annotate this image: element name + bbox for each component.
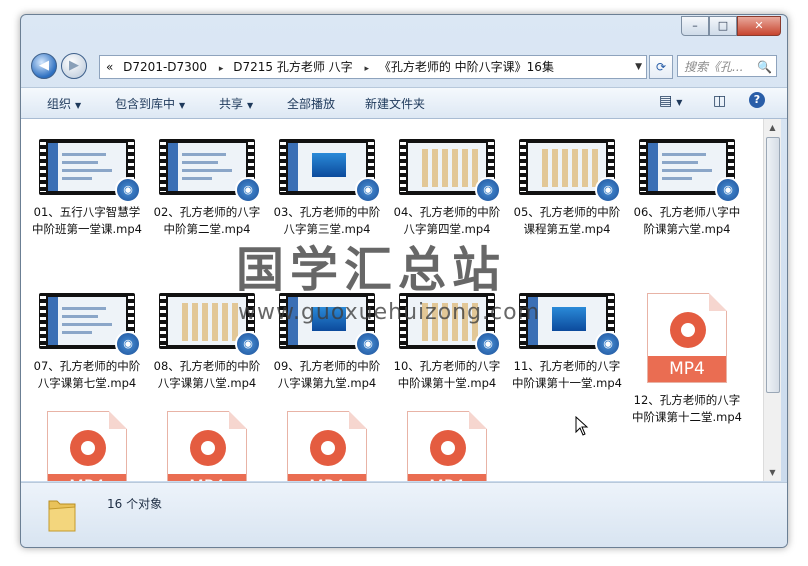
media-player-badge-icon: ◉ bbox=[475, 177, 501, 203]
share-menu[interactable]: 共享 ▼ bbox=[219, 95, 253, 112]
mp4-badge-label: MP4 bbox=[168, 474, 246, 481]
file-name: 12、孔方老师的八字中阶课第十二堂.mp4 bbox=[632, 393, 742, 424]
mp4-file-icon: MP4 bbox=[167, 411, 247, 481]
address-overflow-chevron[interactable]: « bbox=[106, 60, 113, 74]
watermark-title: 国学汇总站 bbox=[236, 242, 507, 298]
file-item[interactable]: MP4 bbox=[29, 411, 145, 481]
help-icon[interactable]: ? bbox=[749, 92, 765, 108]
media-player-badge-icon: ◉ bbox=[115, 331, 141, 357]
media-player-badge-icon: ◉ bbox=[235, 177, 261, 203]
video-thumbnail: ◉ bbox=[39, 139, 141, 203]
organize-menu[interactable]: 组织 ▼ bbox=[47, 95, 81, 112]
address-bar[interactable]: « D7201-D7300 ▸ D7215 孔方老师 八字 ▸ 《孔方老师的 中… bbox=[99, 55, 647, 79]
search-icon[interactable]: 🔍 bbox=[757, 56, 772, 78]
scroll-up-icon[interactable]: ▲ bbox=[764, 119, 781, 136]
mp4-badge-label: MP4 bbox=[408, 474, 486, 481]
media-player-badge-icon: ◉ bbox=[355, 177, 381, 203]
video-thumbnail: ◉ bbox=[39, 293, 141, 357]
file-item[interactable]: ◉ 05、孔方老师的中阶课程第五堂.mp4 bbox=[509, 139, 625, 238]
play-all-button[interactable]: 全部播放 bbox=[287, 95, 335, 112]
item-count: 16 个对象 bbox=[107, 497, 163, 511]
mp4-badge-label: MP4 bbox=[48, 474, 126, 481]
media-player-badge-icon: ◉ bbox=[595, 331, 621, 357]
media-player-badge-icon: ◉ bbox=[595, 177, 621, 203]
breadcrumb-segment-3[interactable]: 《孔方老师的 中阶八字课》16集 bbox=[379, 60, 554, 74]
folder-icon bbox=[48, 500, 76, 532]
mouse-cursor-icon bbox=[575, 416, 589, 436]
file-name: 01、五行八字智慧学中阶班第一堂课.mp4 bbox=[32, 205, 142, 236]
video-thumbnail: ◉ bbox=[399, 139, 501, 203]
file-name: 09、孔方老师的中阶八字课第九堂.mp4 bbox=[273, 359, 381, 390]
include-in-library-menu[interactable]: 包含到库中 ▼ bbox=[115, 95, 185, 112]
forward-button[interactable]: ▶ bbox=[61, 53, 87, 79]
video-thumbnail: ◉ bbox=[279, 139, 381, 203]
close-button[interactable]: ✕ bbox=[737, 16, 781, 36]
file-name: 08、孔方老师的中阶八字课第八堂.mp4 bbox=[153, 359, 261, 390]
media-player-badge-icon: ◉ bbox=[355, 331, 381, 357]
file-name: 05、孔方老师的中阶课程第五堂.mp4 bbox=[513, 205, 621, 236]
mp4-file-icon: MP4 bbox=[47, 411, 127, 481]
search-input[interactable]: 搜索《孔... 🔍 bbox=[677, 55, 777, 77]
file-item[interactable]: MP4 bbox=[149, 411, 265, 481]
mp4-file-icon: MP4 bbox=[647, 293, 727, 383]
mp4-file-icon: MP4 bbox=[407, 411, 487, 481]
file-item[interactable]: MP4 bbox=[389, 411, 505, 481]
mp4-badge-label: MP4 bbox=[648, 356, 726, 382]
maximize-button[interactable]: □ bbox=[709, 16, 737, 36]
file-name: 07、孔方老师的中阶八字课第七堂.mp4 bbox=[33, 359, 141, 390]
scroll-down-icon[interactable]: ▼ bbox=[764, 464, 781, 481]
new-folder-button[interactable]: 新建文件夹 bbox=[365, 95, 425, 112]
command-toolbar: 组织 ▼ 包含到库中 ▼ 共享 ▼ 全部播放 新建文件夹 ▤ ▼ ◫ ? bbox=[21, 87, 787, 119]
file-item[interactable]: ◉ 04、孔方老师的中阶八字第四堂.mp4 bbox=[389, 139, 505, 238]
caption-buttons: – □ ✕ bbox=[681, 16, 781, 36]
file-item[interactable]: ◉ 01、五行八字智慧学中阶班第一堂课.mp4 bbox=[29, 139, 145, 238]
search-placeholder: 搜索《孔... bbox=[684, 60, 744, 74]
video-thumbnail: ◉ bbox=[639, 139, 741, 203]
breadcrumb-segment-1[interactable]: D7201-D7300 bbox=[123, 60, 207, 74]
file-item[interactable]: ◉ 02、孔方老师的八字中阶第二堂.mp4 bbox=[149, 139, 265, 238]
file-item[interactable]: ◉ 06、孔方老师八字中阶课第六堂.mp4 bbox=[629, 139, 745, 238]
file-name: 11、孔方老师的八字中阶课第十一堂.mp4 bbox=[512, 359, 622, 390]
file-item[interactable]: ◉ 07、孔方老师的中阶八字课第七堂.mp4 bbox=[29, 293, 145, 392]
vertical-scrollbar[interactable]: ▲ ▼ bbox=[763, 119, 781, 481]
media-player-badge-icon: ◉ bbox=[715, 177, 741, 203]
breadcrumb-segment-2[interactable]: D7215 孔方老师 八字 bbox=[233, 60, 352, 74]
media-player-badge-icon: ◉ bbox=[475, 331, 501, 357]
file-item[interactable]: MP4 12、孔方老师的八字中阶课第十二堂.mp4 bbox=[629, 293, 745, 426]
refresh-button[interactable]: ⟳ bbox=[649, 55, 673, 79]
mp4-file-icon: MP4 bbox=[287, 411, 367, 481]
video-thumbnail: ◉ bbox=[159, 139, 261, 203]
preview-pane-icon[interactable]: ◫ bbox=[713, 93, 726, 109]
mp4-badge-label: MP4 bbox=[288, 474, 366, 481]
back-button[interactable]: ◀ bbox=[31, 53, 57, 79]
breadcrumb-separator-icon[interactable]: ▸ bbox=[365, 64, 370, 74]
video-thumbnail: ◉ bbox=[519, 139, 621, 203]
navigation-bar: ◀ ▶ « D7201-D7300 ▸ D7215 孔方老师 八字 ▸ 《孔方老… bbox=[21, 49, 787, 83]
file-name: 10、孔方老师的八字中阶课第十堂.mp4 bbox=[393, 359, 501, 390]
minimize-button[interactable]: – bbox=[681, 16, 709, 36]
media-player-badge-icon: ◉ bbox=[115, 177, 141, 203]
file-name: 06、孔方老师八字中阶课第六堂.mp4 bbox=[633, 205, 741, 236]
details-pane: 16 个对象 bbox=[21, 482, 787, 547]
view-options-icon[interactable]: ▤ ▼ bbox=[659, 93, 682, 109]
watermark-url: www.guoxuehuizong.com bbox=[238, 300, 541, 325]
scrollbar-thumb[interactable] bbox=[766, 137, 780, 393]
file-item[interactable]: ◉ 03、孔方老师的中阶八字第三堂.mp4 bbox=[269, 139, 385, 238]
address-dropdown-icon[interactable]: ▼ bbox=[635, 56, 642, 78]
breadcrumb-separator-icon[interactable]: ▸ bbox=[219, 64, 224, 74]
file-item[interactable]: MP4 bbox=[269, 411, 385, 481]
media-player-badge-icon: ◉ bbox=[235, 331, 261, 357]
